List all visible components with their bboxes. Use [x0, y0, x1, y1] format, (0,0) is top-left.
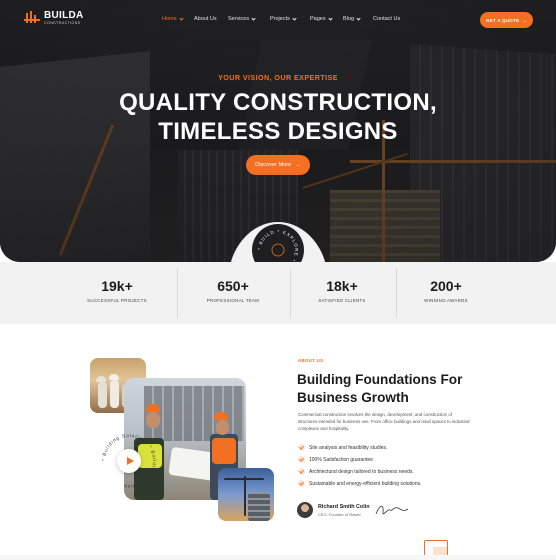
feature-text: Sustainable and energy-efficient buildin…: [309, 480, 422, 487]
chevron-down-icon: [251, 15, 256, 21]
feature-text: Architectural design tailored to busines…: [309, 468, 414, 475]
play-icon: [126, 457, 134, 465]
get-a-quote-label: GET A QUOTE: [485, 17, 520, 23]
stat-item: 19k+ SUCCESSFUL PROJECTS: [62, 262, 172, 324]
chevron-down-icon: [292, 15, 297, 21]
stat-label: SATISFIED CLIENTS: [318, 298, 366, 303]
feature-text: Site analysis and feasibility studies.: [309, 444, 388, 451]
check-icon: [298, 468, 305, 475]
about-title-line2: Business Growth: [297, 389, 409, 405]
check-icon: [298, 480, 305, 487]
about-image-crane: [218, 468, 274, 521]
check-icon: [298, 444, 305, 451]
nav-item-home[interactable]: Home: [162, 15, 184, 22]
feature-item: Site analysis and feasibility studies.: [298, 444, 387, 451]
signature-icon: [375, 505, 409, 515]
hero-kicker: YOUR VISION, OUR EXPERTISE: [218, 73, 338, 82]
nav-item-label: Home: [162, 16, 177, 22]
get-a-quote-button[interactable]: GET A QUOTE →: [480, 12, 533, 28]
about-title: Building Foundations For Business Growth: [297, 371, 497, 406]
stat-label: PROFESSIONAL TEAM: [206, 298, 260, 303]
nav-item-label: Pages: [310, 16, 326, 22]
stat-value: 200+: [430, 278, 462, 294]
nav-item-contact[interactable]: Contact Us: [373, 16, 400, 22]
nav-item-pages[interactable]: Pages: [310, 15, 333, 22]
stat-label: SUCCESSFUL PROJECTS: [87, 298, 147, 303]
stat-item: 18k+ SATISFIED CLIENTS: [287, 262, 397, 324]
feature-item: Architectural design tailored to busines…: [298, 468, 414, 475]
nav-item-label: Services: [228, 16, 250, 22]
play-video-button[interactable]: [117, 449, 141, 473]
ceo-name: Richard Smith Colin: [318, 504, 370, 510]
chevron-down-icon: [179, 15, 184, 21]
hero-title-line2: TIMELESS DESIGNS: [158, 118, 398, 145]
ceo-avatar: [297, 502, 313, 518]
stat-value: 650+: [217, 278, 249, 294]
nav-item-blog[interactable]: Blog: [343, 15, 361, 22]
nav-item-services[interactable]: Services: [228, 15, 256, 22]
about-description: Commercial construction involves the des…: [298, 412, 470, 431]
chevron-down-icon: [327, 15, 333, 21]
feature-text: 100% Satisfaction guarantee: [309, 456, 373, 463]
ceo-role: CEO, Founder of Rawel: [318, 512, 361, 517]
about-kicker: ABOUT US: [298, 358, 324, 363]
hero-title: QUALITY CONSTRUCTION, TIMELESS DESIGNS: [0, 88, 556, 146]
brand-tagline: CONSTRUCTIONS: [44, 21, 81, 25]
next-section-edge: [0, 555, 556, 560]
nav-item-label: Projects: [270, 16, 290, 22]
nav-item-label: Contact Us: [373, 16, 401, 22]
logo-mark-icon: [24, 11, 40, 25]
discover-more-label: Discover More: [255, 162, 292, 168]
chevron-down-icon: [356, 15, 361, 21]
hero-title-line1: QUALITY CONSTRUCTION,: [119, 89, 437, 116]
arrow-right-icon: →: [522, 17, 528, 23]
feature-item: Sustainable and energy-efficient buildin…: [298, 480, 421, 487]
feature-item: 100% Satisfaction guarantee: [298, 456, 373, 463]
nav-item-label: About Us: [194, 16, 217, 22]
brand-logo[interactable]: BUILDA CONSTRUCTIONS: [24, 11, 84, 26]
discover-more-button[interactable]: Discover More →: [246, 155, 310, 175]
arrow-right-icon: →: [295, 162, 301, 168]
stat-item: 650+ PROFESSIONAL TEAM: [178, 262, 288, 324]
nav-item-label: Blog: [343, 16, 355, 22]
check-icon: [298, 456, 305, 463]
stats-section: 19k+ SUCCESSFUL PROJECTS 650+ PROFESSION…: [0, 262, 556, 324]
nav-item-projects[interactable]: Projects: [270, 15, 297, 22]
nav-item-about[interactable]: About Us: [194, 16, 217, 22]
stat-value: 19k+: [101, 278, 133, 294]
stat-label: WINNING AWARDS: [424, 298, 468, 303]
stat-value: 18k+: [326, 278, 358, 294]
stat-item: 200+ WINNING AWARDS: [391, 262, 501, 324]
brand-name: BUILDA: [44, 10, 84, 21]
main-navbar: BUILDA CONSTRUCTIONS Home About Us Servi…: [0, 0, 556, 40]
about-title-line1: Building Foundations For: [297, 372, 463, 387]
